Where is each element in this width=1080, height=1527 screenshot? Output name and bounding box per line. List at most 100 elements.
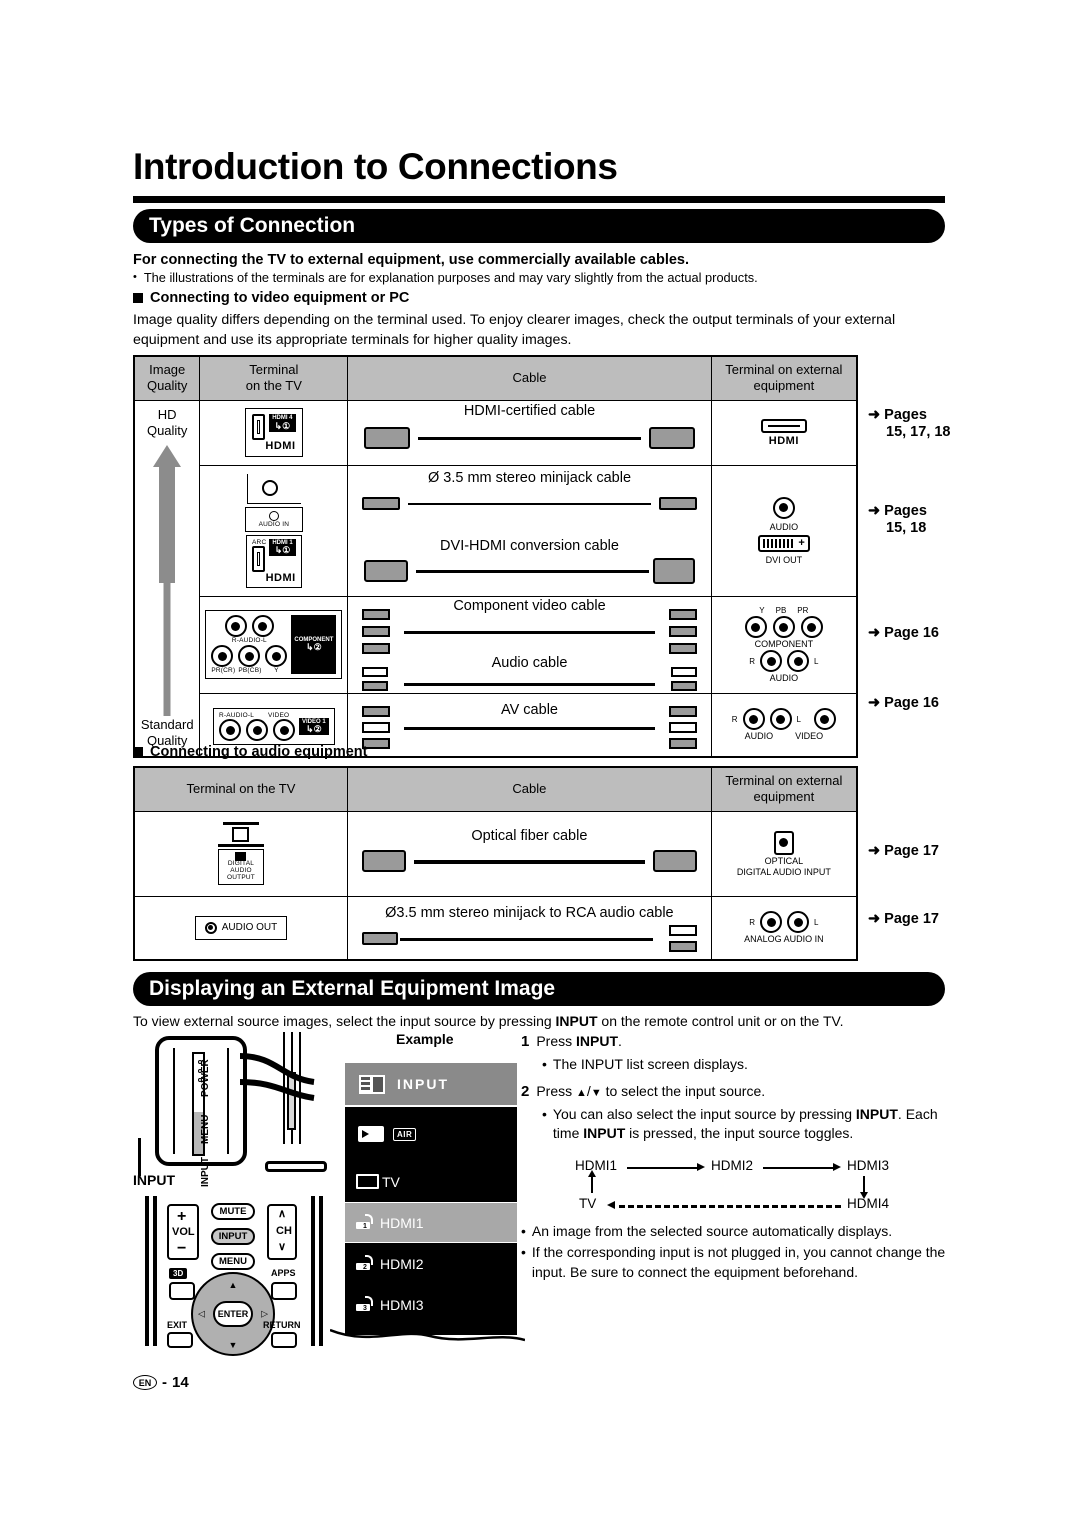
ext-audio-jack-r [760, 650, 782, 672]
ext-analog-audio-in-label: ANALOG AUDIO IN [744, 934, 824, 944]
ext-analog-l: L [814, 917, 819, 927]
table-row-hdmi: HD Quality Standard Quality HDMI 4 ↳① HD… [133, 399, 858, 757]
step1-input-bold: INPUT [576, 1033, 619, 1049]
input-item-tv-label: TV [382, 1173, 400, 1190]
input-bold-1: INPUT [555, 1013, 598, 1029]
pageref-hdmi: ➜ Pages 15, 17, 18 [868, 407, 951, 441]
toggle-hdmi2: HDMI2 [711, 1158, 754, 1173]
square-bullet-icon [133, 293, 143, 303]
ext-av-l: L [796, 714, 801, 724]
torn-edge-decoration [330, 1328, 525, 1342]
cable-label-audio: Audio cable [491, 654, 568, 671]
exit-label: EXIT [167, 1320, 188, 1330]
cable-label-dvi-hdmi: DVI-HDMI conversion cable [440, 537, 619, 554]
step-1: 1 Press INPUT. [521, 1033, 622, 1050]
title-divider [133, 196, 945, 203]
input-screen-air-row[interactable]: AIR [345, 1107, 517, 1161]
final-bullet-1: • An image from the selected source auto… [521, 1222, 951, 1241]
input-item-hdmi1[interactable]: 1 HDMI1 [345, 1202, 517, 1243]
vol-label: VOL [172, 1226, 195, 1238]
col-terminal-on-tv: Terminal on the TV [199, 355, 349, 401]
component-audio-l [251, 615, 274, 637]
cable-label-minijack-rca: Ø3.5 mm stereo minijack to RCA audio cab… [385, 904, 674, 921]
hdmi-icon-1: 1 [356, 1214, 373, 1231]
input-item-hdmi2[interactable]: 2 HDMI2 [345, 1243, 517, 1284]
ext-analog-jack-l [787, 911, 810, 933]
output-label: OUTPUT [227, 873, 255, 881]
ext-component-pb [772, 616, 795, 638]
col-terminal-external: Terminal on external equipment [710, 355, 858, 401]
ch-label: CH [276, 1225, 292, 1237]
step-2: 2 Press ▲/▼ to select the input source. [521, 1083, 766, 1100]
bullet-dot-icon-f1: • [521, 1223, 526, 1239]
illustration-note: • The illustrations of the terminals are… [133, 269, 945, 286]
col-audio-cable: Cable [346, 766, 712, 812]
hdmi-ext-wordmark: HDMI [768, 434, 799, 447]
optical-connector-icon [773, 830, 794, 855]
ext-analog-jack-r [760, 911, 783, 933]
input-button[interactable]: INPUT [211, 1228, 255, 1245]
ext-component-pr [800, 616, 823, 638]
toggle-hdmi3: HDMI3 [847, 1158, 890, 1173]
return-button[interactable] [271, 1332, 297, 1348]
ext-av-jack-r [742, 708, 765, 730]
bullet-dot-icon-s1: • [542, 1055, 547, 1072]
toggle-hdmi1: HDMI1 [575, 1158, 618, 1173]
dpad-left-icon[interactable]: ◁ [198, 1309, 205, 1320]
audio-row-analog: AUDIO OUT Ø3.5 mm stereo minijack to RCA… [133, 895, 858, 960]
bullet-dot-icon: • [133, 271, 137, 283]
mute-button[interactable]: MUTE [211, 1203, 255, 1220]
cable-label-av: AV cable [501, 701, 558, 718]
component-tag: COMPONENT ↳② [291, 615, 337, 674]
enter-button[interactable]: ENTER [213, 1301, 253, 1327]
final-bullet-1-text: An image from the selected source automa… [531, 1223, 893, 1239]
cable-cell-minijack-rca: Ø3.5 mm stereo minijack to RCA audio cab… [346, 895, 712, 960]
ext-av-jack-video [813, 708, 836, 730]
step2-input-bold-2: INPUT [583, 1125, 626, 1141]
dpad[interactable]: ENTER ▲ ▼ ◁ ▷ [191, 1272, 275, 1356]
ext-component-y [744, 616, 767, 638]
ext-audio-l: L [814, 656, 819, 666]
hdmi-wordmark: HDMI [265, 440, 296, 452]
cable-cell-av: AV cable [347, 692, 712, 757]
dpad-down-icon[interactable]: ▼ [229, 1340, 238, 1350]
arc-label: ARC [252, 538, 267, 546]
audio-connection-table: Terminal on the TV Cable Terminal on ext… [133, 766, 858, 961]
audio-out-jack-icon [204, 921, 217, 934]
video1-jack-video [273, 719, 296, 741]
input-item-hdmi3[interactable]: 3 HDMI3 [345, 1284, 517, 1325]
ext-pb-label: PB [775, 606, 787, 615]
menu-button[interactable]: MENU [211, 1253, 255, 1270]
cable-cell-optical: Optical fiber cable [346, 810, 712, 897]
apps-label: APPS [271, 1268, 296, 1278]
hdmi1-tag: HDMI 1 ↳① [269, 538, 296, 557]
ext-dvi-label: DVI OUT [765, 554, 803, 565]
exit-button[interactable] [167, 1332, 193, 1348]
input-item-tv[interactable]: TV [345, 1161, 517, 1202]
bullet-dot-icon-f2: • [521, 1244, 526, 1261]
3d-button[interactable] [169, 1282, 195, 1300]
footer-page-number: 14 [172, 1374, 189, 1391]
step-2-bullet: • You can also select the input source b… [542, 1105, 951, 1144]
section-banner-displaying-image: Displaying an External Equipment Image [133, 972, 945, 1006]
component-y [265, 645, 288, 667]
apps-button[interactable] [271, 1282, 297, 1300]
hdmi-port-icon [252, 414, 266, 440]
final-bullet-2: • If the corresponding input is not plug… [521, 1243, 951, 1282]
input-callout-label: INPUT [133, 1172, 175, 1188]
component-pr [211, 645, 234, 667]
subhead-video-label: Connecting to video equipment or PC [150, 290, 410, 306]
quality-hd-label: HD Quality [146, 406, 188, 438]
input-screen-title: INPUT [397, 1076, 449, 1092]
subhead-connecting-audio: Connecting to audio equipment [133, 744, 368, 760]
page-footer: EN - 14 [133, 1374, 189, 1391]
dpad-right-icon[interactable]: ▷ [261, 1309, 268, 1320]
tv-power-label: POWER [200, 1059, 211, 1097]
ext-pr-label: PR [797, 606, 809, 615]
table-row-audio-dvi: AUDIO IN ARC HDMI 1 ↳① HDMI Ø 3.5 mm ste… [134, 464, 858, 597]
lead-paragraph: For connecting the TV to external equipm… [133, 252, 690, 268]
input-item-hdmi1-label: HDMI1 [380, 1214, 424, 1231]
hdmi-connector-icon [760, 418, 807, 433]
square-bullet-icon-2 [133, 747, 143, 757]
dpad-up-icon[interactable]: ▲ [229, 1280, 238, 1290]
